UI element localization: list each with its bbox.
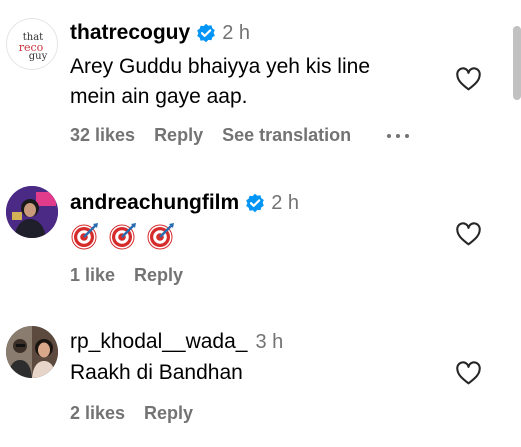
reply-button[interactable]: Reply — [154, 125, 203, 146]
direct-hit-target-icon — [109, 223, 136, 250]
avatar[interactable] — [6, 326, 58, 378]
likes-count[interactable]: 32 likes — [70, 125, 135, 146]
scrollbar-thumb[interactable] — [513, 26, 521, 100]
comments-panel: that reco guy thatrecoguy 2 h Arey Guddu… — [0, 0, 521, 447]
comment-text-line: Raakh di Bandhan — [70, 361, 243, 384]
andreachungfilm-avatar-photo — [6, 186, 58, 238]
direct-hit-target-icon — [147, 223, 174, 250]
rp-khodal-wada-avatar-photo — [6, 326, 58, 378]
comment-text-line: mein ain gaye aap. — [70, 85, 248, 108]
comment-header: andreachungfilm 2 h — [70, 191, 299, 215]
comment-text-line: Arey Guddu bhaiyya yeh kis line — [70, 55, 370, 78]
likes-count[interactable]: 2 likes — [70, 403, 125, 424]
comment-header: rp_khodal__wada_ 3 h — [70, 330, 283, 354]
verified-badge-icon — [245, 193, 265, 213]
like-heart-icon[interactable] — [455, 222, 482, 246]
more-options-icon[interactable] — [387, 133, 410, 138]
verified-badge-icon — [196, 23, 216, 43]
comment-actions: 32 likes Reply See translation — [70, 125, 410, 146]
comment-text: Raakh di Bandhan — [70, 358, 243, 388]
timestamp: 3 h — [255, 330, 284, 353]
comment-emoji-row — [70, 221, 176, 251]
like-heart-icon[interactable] — [455, 67, 482, 91]
reply-button[interactable]: Reply — [144, 403, 193, 424]
username[interactable]: andreachungfilm — [70, 191, 239, 215]
comment-text: Arey Guddu bhaiyya yeh kis line mein ain… — [70, 52, 370, 112]
see-translation-button[interactable]: See translation — [222, 125, 351, 146]
like-heart-icon[interactable] — [455, 361, 482, 385]
avatar[interactable]: that reco guy — [6, 18, 58, 70]
svg-text:guy: guy — [29, 51, 48, 62]
avatar[interactable] — [6, 186, 58, 238]
timestamp: 2 h — [271, 191, 300, 214]
comment-actions: 2 likes Reply — [70, 403, 212, 424]
likes-count[interactable]: 1 like — [70, 265, 115, 286]
thatrecoguy-logo-icon: that reco guy — [19, 32, 48, 62]
username[interactable]: thatrecoguy — [70, 21, 190, 45]
direct-hit-target-icon — [71, 223, 98, 250]
reply-button[interactable]: Reply — [134, 265, 183, 286]
timestamp: 2 h — [222, 21, 250, 44]
username[interactable]: rp_khodal__wada_ — [70, 330, 247, 354]
comment-header: thatrecoguy 2 h — [70, 21, 250, 45]
comment-actions: 1 like Reply — [70, 265, 202, 286]
